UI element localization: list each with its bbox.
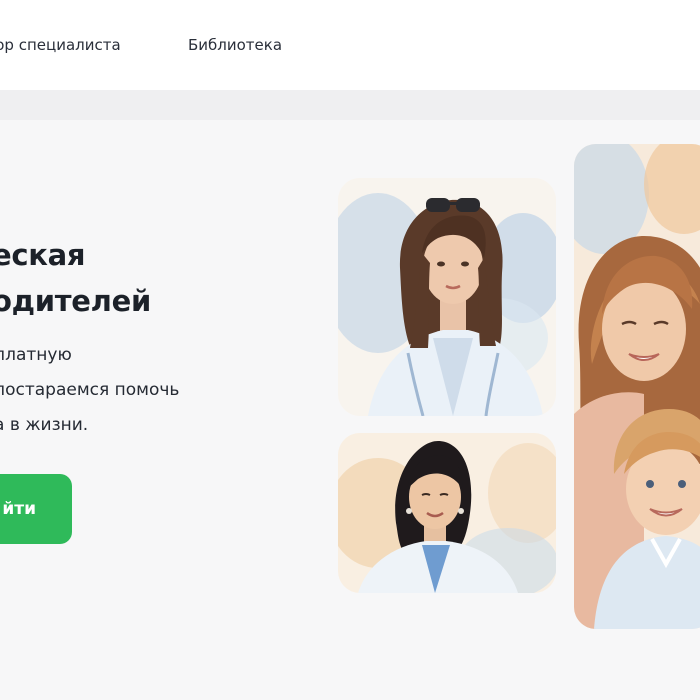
top-navigation: бор специалиста Библиотека: [0, 0, 700, 90]
nav-link-specialist-selection[interactable]: бор специалиста: [0, 36, 121, 54]
hero-title-line-2: одителей: [0, 284, 151, 318]
hero-cta-label: йти: [2, 499, 36, 519]
hero-description-line-1: платную: [0, 345, 72, 365]
portrait-asian-woman: [338, 433, 556, 593]
header-divider-band: [0, 90, 700, 120]
hero-title-line-1: еская: [0, 238, 86, 272]
hero-description-line-3: а в жизни.: [0, 415, 89, 435]
nav-link-library[interactable]: Библиотека: [188, 36, 282, 54]
portrait-mother-child: [574, 144, 700, 629]
landing-page: бор специалиста Библиотека еская одителе…: [0, 0, 700, 700]
hero-description: платную постараемся помочь а в жизни.: [0, 338, 179, 443]
hero-description-line-2: постараемся помочь: [0, 380, 180, 400]
hero-cta-button[interactable]: йти: [0, 474, 72, 544]
portrait-woman-sunglasses: [338, 178, 556, 416]
hero-title: еская одителей: [0, 232, 151, 324]
